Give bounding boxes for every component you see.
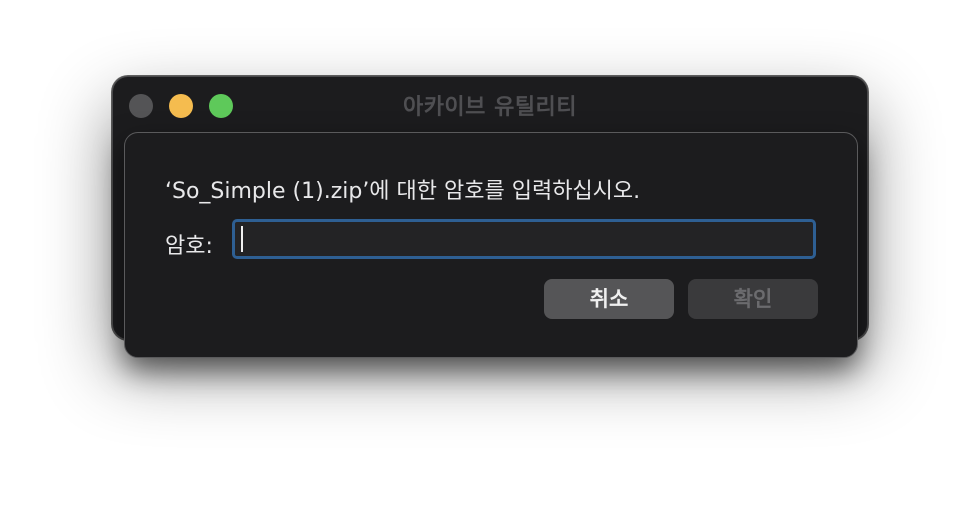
password-label: 암호: <box>165 234 213 259</box>
dialog-message: ‘So_Simple (1).zip’에 대한 암호를 입력하십시오. <box>165 179 641 204</box>
text-caret <box>241 226 243 252</box>
password-dialog: ‘So_Simple (1).zip’에 대한 암호를 입력하십시오. 암호: … <box>124 132 858 358</box>
ok-button[interactable]: 확인 <box>688 279 818 319</box>
cancel-button[interactable]: 취소 <box>544 279 674 319</box>
password-input[interactable] <box>232 219 816 259</box>
window-title: 아카이브 유틸리티 <box>402 95 578 120</box>
title-bar[interactable]: 아카이브 유틸리티 <box>113 77 867 133</box>
